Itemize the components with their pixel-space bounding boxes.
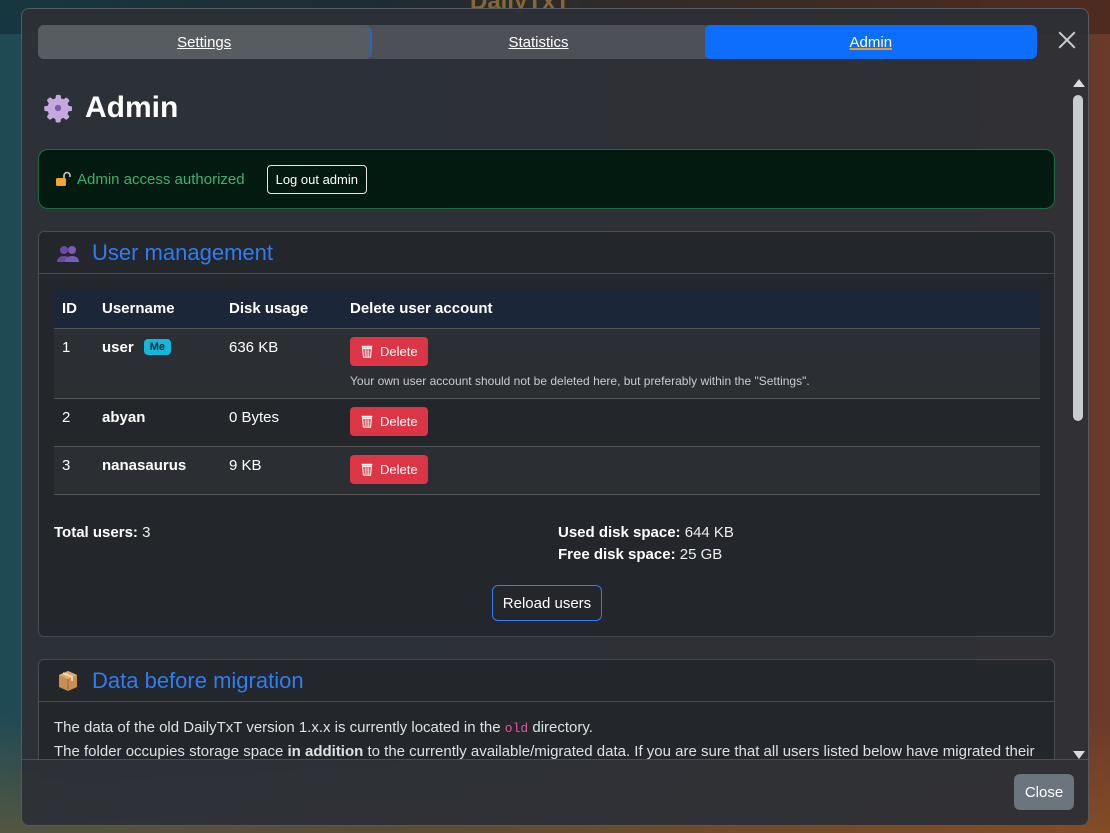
used-disk-value: 644 KB (684, 524, 734, 541)
cell-username: user Me (94, 328, 221, 399)
used-disk-space: Used disk space: 644 KB (558, 522, 734, 544)
auth-status-text: Admin access authorized (77, 170, 245, 188)
column-header-delete: Delete user account (342, 290, 1040, 329)
tab-bar: Settings Statistics Admin (38, 25, 1037, 59)
me-badge: Me (143, 338, 171, 355)
migration-header: Data before migration (39, 660, 1054, 702)
cell-delete: Delete (342, 398, 1040, 447)
package-icon (59, 670, 77, 691)
logout-admin-button[interactable]: Log out admin (266, 164, 367, 194)
user-management-header: User management (39, 232, 1054, 274)
modal-body: Admin Admin access authorized Log out ad… (22, 69, 1070, 759)
old-directory-code: old (504, 721, 529, 736)
column-header-disk-usage: Disk usage (221, 290, 342, 329)
table-row: 3 nanasaurus 9 KB Delete (54, 446, 1040, 495)
user-management-card: User management ID Username Disk usage D… (38, 231, 1055, 637)
cell-delete: Delete (342, 446, 1040, 495)
cell-disk-usage: 9 KB (221, 446, 342, 495)
free-disk-label: Free disk space: (558, 546, 676, 563)
scroll-down-arrow-icon[interactable] (1073, 751, 1085, 759)
close-button[interactable]: Close (1014, 774, 1074, 810)
users-table: ID Username Disk usage Delete user accou… (54, 290, 1040, 495)
scrollbar[interactable] (1071, 75, 1087, 759)
delete-label: Delete (380, 461, 418, 477)
table-header-row: ID Username Disk usage Delete user accou… (54, 290, 1040, 329)
page-title-text: Admin (85, 91, 179, 124)
in-addition-emphasis: in addition (287, 743, 364, 759)
trash-icon (361, 463, 373, 476)
cell-id: 3 (54, 446, 94, 495)
reload-users-button[interactable]: Reload users (492, 585, 602, 621)
cell-id: 1 (54, 328, 94, 399)
own-account-hint: Your own user account should not be dele… (350, 373, 810, 388)
delete-label: Delete (380, 343, 418, 359)
cell-delete: Delete Your own user account should not … (342, 328, 1040, 399)
migration-card: Data before migration The data of the ol… (38, 659, 1055, 759)
username-text: abyan (102, 408, 146, 426)
migration-line-1: The data of the old DailyTxT version 1.x… (54, 716, 1044, 740)
total-users-value: 3 (142, 524, 151, 541)
user-management-title: User management (92, 239, 273, 265)
migration-text: The data of the old DailyTxT version 1.x… (54, 719, 501, 736)
disk-space-summary: Used disk space: 644 KB Free disk space:… (558, 522, 734, 566)
username-text: user (102, 338, 134, 356)
cell-id: 2 (54, 398, 94, 447)
gear-icon (44, 94, 73, 123)
migration-text: directory. (532, 719, 593, 736)
tab-settings[interactable]: Settings (38, 25, 373, 59)
delete-user-button[interactable]: Delete (350, 336, 428, 366)
migration-description: The data of the old DailyTxT version 1.x… (54, 716, 1044, 759)
cell-username: abyan (94, 398, 221, 447)
free-disk-value: 25 GB (679, 546, 723, 563)
page-title: Admin (41, 91, 178, 125)
migration-title: Data before migration (92, 667, 304, 693)
scrollbar-thumb[interactable] (1073, 95, 1083, 421)
total-users-label: Total users: (54, 524, 138, 541)
delete-label: Delete (380, 413, 418, 429)
cell-disk-usage: 0 Bytes (221, 398, 342, 447)
migration-line-2: The folder occupies storage space in add… (54, 740, 1044, 759)
free-disk-space: Free disk space: 25 GB (558, 544, 734, 566)
unlocked-lock-icon (56, 171, 71, 186)
table-row: 1 user Me 636 KB Delete Your own user ac… (54, 328, 1040, 399)
trash-icon (361, 345, 373, 358)
column-header-id: ID (54, 290, 94, 329)
close-icon[interactable] (1056, 29, 1078, 51)
auth-alert: Admin access authorized Log out admin (38, 149, 1055, 209)
delete-user-button[interactable]: Delete (350, 406, 428, 436)
total-users: Total users: 3 (54, 522, 150, 544)
username-text: nanasaurus (102, 456, 187, 474)
scroll-up-arrow-icon[interactable] (1073, 79, 1085, 87)
users-icon (57, 245, 79, 262)
cell-username: nanasaurus (94, 446, 221, 495)
migration-text: to the currently available/migrated data… (367, 743, 1035, 759)
delete-user-button[interactable]: Delete (350, 454, 428, 484)
admin-modal: Settings Statistics Admin Admin Admin ac… (21, 8, 1089, 826)
used-disk-label: Used disk space: (558, 524, 681, 541)
cell-disk-usage: 636 KB (221, 328, 342, 399)
table-row: 2 abyan 0 Bytes Delete (54, 398, 1040, 447)
migration-text: The folder occupies storage space (54, 743, 284, 759)
tab-admin[interactable]: Admin (704, 25, 1037, 59)
trash-icon (361, 415, 373, 428)
tab-statistics[interactable]: Statistics (372, 25, 704, 59)
modal-footer: Close (22, 759, 1088, 825)
column-header-username: Username (94, 290, 221, 329)
